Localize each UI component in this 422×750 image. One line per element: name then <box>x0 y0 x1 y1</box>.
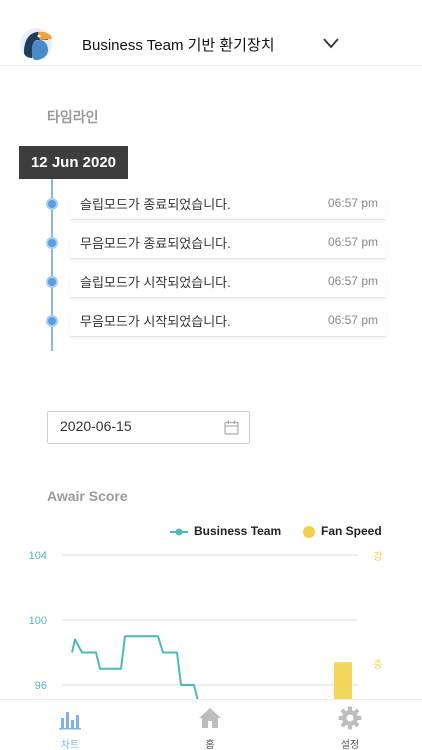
awair-score-title: Awair Score <box>47 488 128 504</box>
legend-fan-speed[interactable]: Fan Speed <box>303 524 382 538</box>
toucan-logo-icon <box>20 28 52 60</box>
timeline-item: 무음모드가 종료되었습니다. 06:57 pm <box>70 233 386 259</box>
device-title[interactable]: Business Team 기반 환기장치 <box>82 34 275 55</box>
tab-label: 홈 <box>205 740 215 750</box>
timeline-item-text: 무음모드가 시작되었습니다. <box>80 314 231 329</box>
y-tick-label: 100 <box>29 615 47 627</box>
timeline-dot <box>46 198 58 210</box>
timeline-item-time: 06:57 pm <box>327 274 378 288</box>
timeline-item-text: 무음모드가 종료되었습니다. <box>80 236 231 251</box>
circle-marker-icon <box>303 525 315 538</box>
timeline-dot <box>46 276 58 288</box>
tab-settings[interactable]: 설정 <box>310 700 390 750</box>
fan-speed-bar <box>334 662 352 700</box>
timeline-item: 슬립모드가 시작되었습니다. 06:57 pm <box>70 272 386 298</box>
legend-label: Fan Speed <box>321 524 382 538</box>
y-right-label: 강 <box>373 551 382 563</box>
y-tick-label: 96 <box>35 680 47 692</box>
legend-business-team[interactable]: Business Team <box>170 524 281 538</box>
y-tick-label: 104 <box>29 550 47 562</box>
timeline-item-time: 06:57 pm <box>327 313 378 327</box>
timeline-date-tag: 12 Jun 2020 <box>19 146 128 179</box>
line-marker-icon <box>170 528 188 536</box>
timeline-title: 타임라인 <box>47 109 99 125</box>
tab-label: 설정 <box>340 740 360 750</box>
timeline-item-text: 슬립모드가 시작되었습니다. <box>80 275 231 290</box>
timeline-item: 무음모드가 시작되었습니다. 06:57 pm <box>70 311 386 337</box>
gear-icon <box>338 706 362 730</box>
tab-home[interactable]: 홈 <box>170 700 250 750</box>
date-picker[interactable] <box>47 411 250 444</box>
calendar-icon[interactable] <box>224 420 239 435</box>
y-right-label: 중 <box>373 659 382 671</box>
timeline-item: 슬립모드가 종료되었습니다. 06:57 pm <box>70 194 386 220</box>
timeline-dot <box>46 237 58 249</box>
timeline-dot <box>46 315 58 327</box>
timeline-item-text: 슬립모드가 종료되었습니다. <box>80 197 231 212</box>
score-line <box>71 635 199 700</box>
chevron-down-icon[interactable] <box>322 37 340 49</box>
tab-label: 차트 <box>60 740 80 750</box>
timeline-item-time: 06:57 pm <box>327 196 378 210</box>
bottom-tab-bar: 차트 홈 설정 <box>0 699 422 750</box>
awair-score-chart: 104 100 96 강중 <box>29 550 383 700</box>
legend-label: Business Team <box>194 524 282 538</box>
date-input[interactable] <box>60 418 210 434</box>
timeline-item-time: 06:57 pm <box>327 235 378 249</box>
home-icon <box>199 708 221 728</box>
app-header: Business Team 기반 환기장치 <box>0 0 422 66</box>
bar-chart-icon <box>59 712 81 730</box>
tab-chart[interactable]: 차트 <box>30 700 110 750</box>
